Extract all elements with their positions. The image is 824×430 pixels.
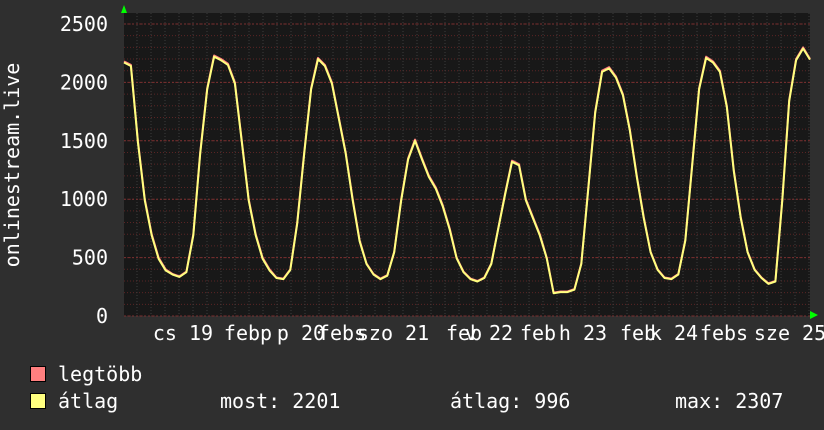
x-tick-label: v 22 xyxy=(465,321,513,345)
y-tick-label: 2500 xyxy=(60,12,108,36)
x-tick-label: cs 19 xyxy=(153,321,213,345)
stat-max: max: 2307 xyxy=(675,389,784,413)
y-tick-label: 500 xyxy=(72,246,108,270)
x-tick-label: h 23 xyxy=(559,321,607,345)
stat-most: most: 2201 xyxy=(220,389,341,413)
y-axis-label: onlinestream.live xyxy=(0,63,24,268)
y-tick-label: 2000 xyxy=(60,70,108,94)
legend-label-avg: átlag xyxy=(58,389,119,413)
legend-label-max: legtöbb xyxy=(58,362,143,386)
x-tick-label: febp xyxy=(224,321,272,345)
legend-swatch-avg xyxy=(30,393,46,409)
legend-swatch-max xyxy=(30,366,46,382)
y-axis-arrow-icon xyxy=(121,5,127,13)
y-tick-label: 1500 xyxy=(60,129,108,153)
y-tick-label: 1000 xyxy=(60,187,108,211)
stat-atlag: átlag: 996 xyxy=(450,389,571,413)
x-tick-label: k 24 xyxy=(650,321,698,345)
x-tick-label: szo 21 xyxy=(357,321,429,345)
x-tick-label: sze 25 xyxy=(754,321,824,345)
x-tick-label: feb xyxy=(520,321,556,345)
x-axis-arrow-icon xyxy=(810,311,818,319)
x-tick-label: febs xyxy=(700,321,748,345)
y-tick-label: 0 xyxy=(96,304,108,328)
